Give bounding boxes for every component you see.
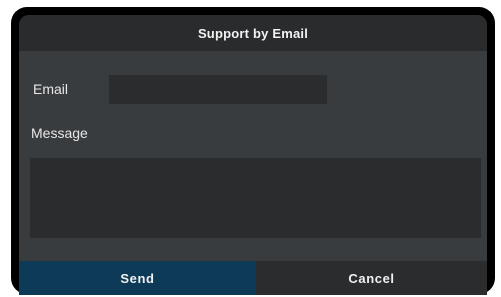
- email-field[interactable]: [109, 75, 327, 104]
- cancel-button-label: Cancel: [348, 270, 395, 286]
- button-bar: Send Cancel: [19, 261, 487, 295]
- email-label: Email: [33, 81, 69, 97]
- message-label: Message: [31, 125, 88, 141]
- send-button-label: Send: [120, 270, 155, 286]
- support-email-dialog: Support by Email Email Message Send Canc…: [19, 15, 487, 295]
- message-field[interactable]: [30, 158, 481, 238]
- dialog-title-bar: Support by Email: [19, 15, 487, 51]
- send-button[interactable]: Send: [19, 261, 256, 295]
- dialog-title: Support by Email: [197, 25, 309, 41]
- cancel-button[interactable]: Cancel: [256, 261, 487, 295]
